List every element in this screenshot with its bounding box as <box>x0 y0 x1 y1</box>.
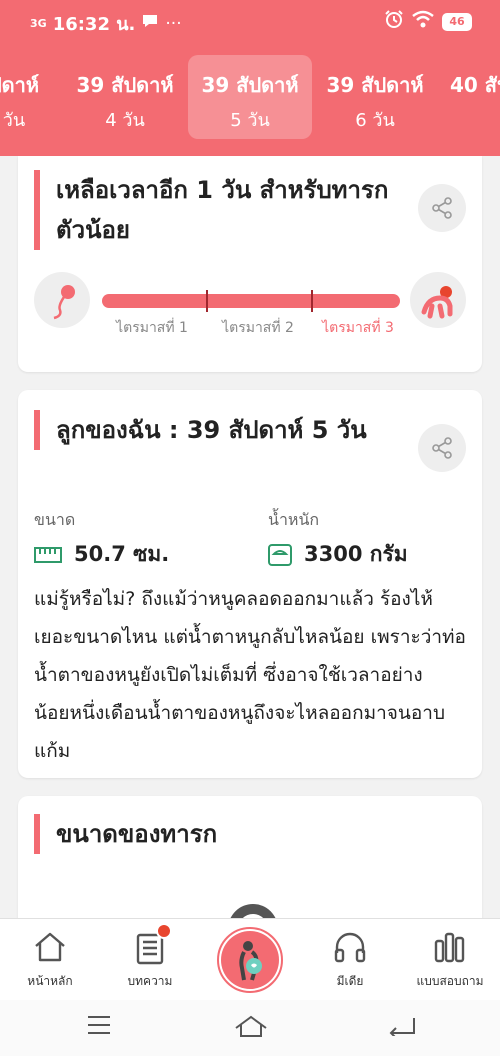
sperm-icon <box>34 272 90 328</box>
countdown-title: เหลือเวลาอีก 1 วัน สำหรับทารกตัวน้อย <box>34 170 394 250</box>
size-label: ขนาด <box>34 510 76 529</box>
baby-size-card: ขนาดของทารก <box>18 796 482 936</box>
share-button[interactable] <box>418 184 466 232</box>
progress-bar <box>102 290 400 312</box>
battery-icon: 46 <box>442 12 472 31</box>
weight-value: 3300 กรัม <box>304 542 408 566</box>
baby-info-card: ลูกของฉัน : 39 สัปดาห์ 5 วัน ขนาด 50.7 ซ… <box>18 390 482 778</box>
more-dots: ··· <box>165 13 182 34</box>
back-icon[interactable] <box>388 1014 416 1040</box>
status-time: 16:32 น. <box>52 14 136 35</box>
countdown-card: เหลือเวลาอีก 1 วัน สำหรับทารกตัวน้อย ไตร… <box>18 156 482 372</box>
system-navigation-bar <box>0 1000 500 1056</box>
week-tab-selected[interactable]: 39 สัปดาห์ 5 วัน <box>188 55 312 139</box>
trimester-2-label: ไตรมาสที่ 2 <box>222 320 294 336</box>
pregnancy-center-button[interactable] <box>217 927 283 993</box>
baby-title: ลูกของฉัน : 39 สัปดาห์ 5 วัน <box>34 410 394 450</box>
signal-icon: 3G <box>30 17 47 30</box>
nav-media[interactable]: มีเดีย <box>300 919 400 1001</box>
crawling-baby-icon <box>410 272 466 328</box>
trimester-progress: ไตรมาสที่ 1 ไตรมาสที่ 2 ไตรมาสที่ 3 <box>18 256 482 356</box>
status-bar: 3G 16:32 น. ··· 46 <box>0 0 500 40</box>
poll-icon <box>433 931 467 967</box>
nav-quiz[interactable]: แบบสอบถาม <box>400 919 500 1001</box>
share-icon <box>432 197 452 219</box>
trimester-3-label: ไตรมาสที่ 3 <box>322 320 394 336</box>
week-tab[interactable]: 39 สัปดาห์ 4 วัน <box>66 55 184 139</box>
home-icon <box>33 931 67 967</box>
week-tab[interactable]: ปดาห์ วัน <box>0 55 58 139</box>
baby-fact-text: แม่รู้หรือไม่? ถึงแม้ว่าหนูคลอดออกมาแล้ว… <box>34 588 466 762</box>
size-value-row: 50.7 ซม. <box>34 538 169 571</box>
menu-icon[interactable] <box>86 1014 112 1040</box>
weight-label: น้ำหนัก <box>268 510 320 529</box>
week-tab[interactable]: 39 สัปดาห์ 6 วัน <box>316 55 434 139</box>
headphones-icon <box>333 931 367 967</box>
nav-home[interactable]: หน้าหลัก <box>0 919 100 1001</box>
share-button[interactable] <box>418 424 466 472</box>
wifi-icon <box>412 10 434 33</box>
tick-2 <box>311 290 313 312</box>
week-tabs: ปดาห์ วัน 39 สัปดาห์ 4 วัน 39 สัปดาห์ 5 … <box>0 55 500 139</box>
ruler-icon <box>34 546 62 563</box>
app-header: 3G 16:32 น. ··· 46 ปดาห์ วัน 39 สัปดาห์ … <box>0 0 500 156</box>
tick-1 <box>206 290 208 312</box>
notification-badge <box>156 923 172 939</box>
scale-icon <box>268 543 292 566</box>
home-system-icon[interactable] <box>234 1014 268 1042</box>
alarm-icon <box>384 9 404 34</box>
size-value: 50.7 ซม. <box>74 542 170 566</box>
weight-value-row: 3300 กรัม <box>268 538 408 571</box>
bottom-navigation: หน้าหลัก บทความ มีเดีย แบบสอบถาม <box>0 918 500 1000</box>
pregnant-woman-icon <box>221 931 279 989</box>
share-icon <box>432 437 452 459</box>
nav-articles[interactable]: บทความ <box>100 919 200 1001</box>
trimester-1-label: ไตรมาสที่ 1 <box>116 320 188 336</box>
week-tab[interactable]: 40 สัป <box>440 55 500 139</box>
size-card-title: ขนาดของทารก <box>34 814 394 854</box>
chat-icon <box>141 13 159 34</box>
